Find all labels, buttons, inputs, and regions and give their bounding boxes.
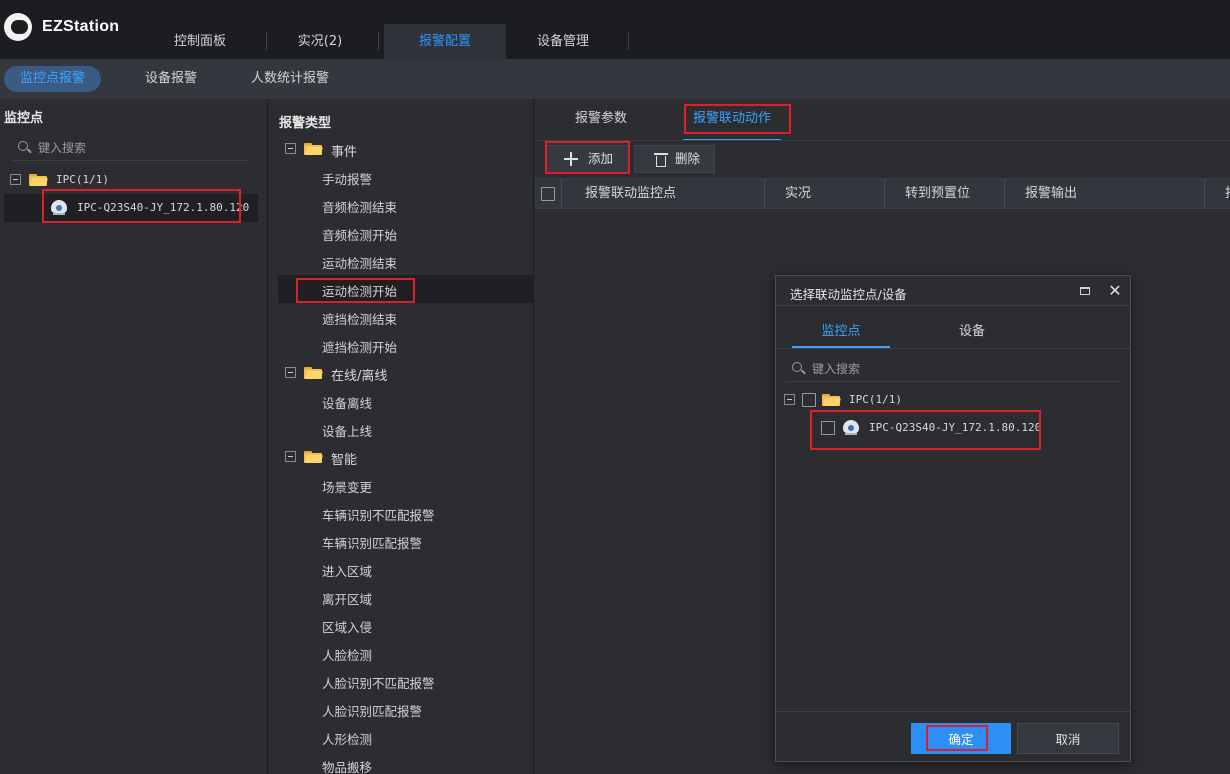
select-all-checkbox[interactable] bbox=[541, 187, 555, 201]
collapse-toggle-icon[interactable] bbox=[285, 143, 296, 154]
collapse-toggle-icon[interactable] bbox=[285, 367, 296, 378]
column-divider bbox=[884, 179, 885, 208]
folder-icon bbox=[29, 173, 48, 186]
ezstation-logo-icon bbox=[4, 13, 32, 41]
nav-tab-live[interactable]: 实况(2) bbox=[270, 24, 370, 59]
category-events[interactable]: 事件 bbox=[331, 141, 357, 160]
column-divider bbox=[561, 179, 562, 208]
collapse-toggle-icon[interactable] bbox=[285, 451, 296, 462]
subtab-people-count-alarm[interactable]: 人数统计报警 bbox=[240, 66, 340, 92]
alarm-item[interactable]: 物品搬移 bbox=[322, 757, 372, 774]
category-online-offline[interactable]: 在线/离线 bbox=[331, 365, 387, 384]
alarm-item[interactable]: 音频检测开始 bbox=[322, 225, 397, 244]
alarm-item[interactable]: 手动报警 bbox=[322, 169, 372, 188]
column-divider bbox=[1204, 179, 1205, 208]
dialog-search bbox=[786, 356, 1120, 382]
nav-tab-device-management[interactable]: 设备管理 bbox=[506, 24, 620, 59]
group-checkbox[interactable] bbox=[802, 393, 816, 407]
select-linkage-dialog: 选择联动监控点/设备 ✕ 监控点 设备 IPC(1/1) IPC-Q23S40-… bbox=[775, 275, 1131, 762]
dialog-title: 选择联动监控点/设备 bbox=[790, 287, 907, 302]
alarm-item[interactable]: 设备上线 bbox=[322, 421, 372, 440]
alarm-item[interactable]: 进入区域 bbox=[322, 561, 372, 580]
nav-separator bbox=[628, 32, 629, 50]
app-window: EZStation 控制面板 实况(2) 报警配置 设备管理 监控点报警 设备报… bbox=[0, 0, 1230, 774]
dialog-tree-group[interactable]: IPC(1/1) bbox=[849, 393, 902, 406]
alarm-item[interactable]: 遮挡检测结束 bbox=[322, 309, 397, 328]
nav-tab-alarm-config[interactable]: 报警配置 bbox=[384, 24, 506, 59]
tab-divider bbox=[535, 140, 1230, 141]
alarm-item[interactable]: 车辆识别匹配报警 bbox=[322, 533, 422, 552]
alarm-type-title: 报警类型 bbox=[279, 116, 332, 131]
alarm-item[interactable]: 区域入侵 bbox=[322, 617, 372, 636]
dialog-search-input[interactable] bbox=[812, 358, 1116, 380]
nav-separator bbox=[378, 32, 379, 50]
folder-icon bbox=[822, 393, 841, 406]
camera-panel-title: 监控点 bbox=[4, 111, 44, 126]
dialog-tab-device[interactable]: 设备 bbox=[922, 316, 1022, 348]
highlight-box bbox=[296, 278, 415, 303]
dialog-footer-divider bbox=[776, 711, 1130, 712]
column-goto-preset[interactable]: 转到预置位 bbox=[905, 179, 970, 208]
nav-separator bbox=[266, 32, 267, 50]
highlight-box bbox=[810, 410, 1041, 450]
alarm-item[interactable]: 运动检测结束 bbox=[322, 253, 397, 272]
highlight-box bbox=[545, 141, 630, 174]
dialog-tab-camera[interactable]: 监控点 bbox=[792, 316, 890, 348]
dialog-header-divider bbox=[776, 305, 1130, 306]
column-linked-camera[interactable]: 报警联动监控点 bbox=[585, 179, 676, 208]
sub-nav-bar: 监控点报警 设备报警 人数统计报警 bbox=[0, 59, 1230, 99]
alarm-item[interactable]: 人脸检测 bbox=[322, 645, 372, 664]
cancel-button[interactable]: 取消 bbox=[1017, 723, 1119, 754]
alarm-item[interactable]: 场景变更 bbox=[322, 477, 372, 496]
folder-icon bbox=[304, 366, 323, 379]
search-icon bbox=[792, 362, 802, 372]
camera-search bbox=[12, 135, 248, 161]
column-divider bbox=[1004, 179, 1005, 208]
delete-button-label: 删除 bbox=[675, 151, 701, 166]
search-icon bbox=[18, 141, 28, 151]
brand-title: EZStation bbox=[42, 18, 120, 35]
folder-icon bbox=[304, 450, 323, 463]
close-icon[interactable]: ✕ bbox=[1107, 281, 1123, 301]
top-bar: EZStation 控制面板 实况(2) 报警配置 设备管理 bbox=[0, 0, 1230, 59]
alarm-item[interactable]: 设备离线 bbox=[322, 393, 372, 412]
tree-group-ipc[interactable]: IPC(1/1) bbox=[56, 173, 109, 186]
alarm-item[interactable]: 离开区域 bbox=[322, 589, 372, 608]
collapse-toggle-icon[interactable] bbox=[784, 394, 795, 405]
alarm-item[interactable]: 音频检测结束 bbox=[322, 197, 397, 216]
trash-icon bbox=[654, 152, 668, 167]
delete-button[interactable]: 删除 bbox=[634, 145, 715, 173]
category-smart[interactable]: 智能 bbox=[331, 449, 357, 468]
nav-tab-dashboard[interactable]: 控制面板 bbox=[140, 24, 260, 59]
highlight-box bbox=[926, 725, 988, 751]
collapse-toggle-icon[interactable] bbox=[10, 174, 21, 185]
maximize-icon[interactable] bbox=[1080, 287, 1090, 295]
subtab-device-alarm[interactable]: 设备报警 bbox=[128, 66, 214, 92]
camera-search-input[interactable] bbox=[38, 137, 244, 159]
column-truncated[interactable]: 报 bbox=[1225, 179, 1230, 208]
column-alarm-output[interactable]: 报警输出 bbox=[1025, 179, 1077, 208]
alarm-item[interactable]: 人形检测 bbox=[322, 729, 372, 748]
alarm-item[interactable]: 人脸识别不匹配报警 bbox=[322, 673, 435, 692]
tab-alarm-params[interactable]: 报警参数 bbox=[560, 105, 642, 141]
highlight-box bbox=[684, 104, 791, 134]
column-live[interactable]: 实况 bbox=[785, 179, 811, 208]
alarm-item[interactable]: 人脸识别匹配报警 bbox=[322, 701, 422, 720]
highlight-box bbox=[42, 189, 241, 223]
alarm-item[interactable]: 遮挡检测开始 bbox=[322, 337, 397, 356]
folder-icon bbox=[304, 142, 323, 155]
dialog-tab-divider bbox=[776, 348, 1130, 349]
alarm-item[interactable]: 车辆识别不匹配报警 bbox=[322, 505, 435, 524]
linkage-table-header: 报警联动监控点 实况 转到预置位 报警输出 报 bbox=[535, 178, 1230, 209]
subtab-camera-alarm[interactable]: 监控点报警 bbox=[4, 66, 101, 92]
column-divider bbox=[764, 179, 765, 208]
